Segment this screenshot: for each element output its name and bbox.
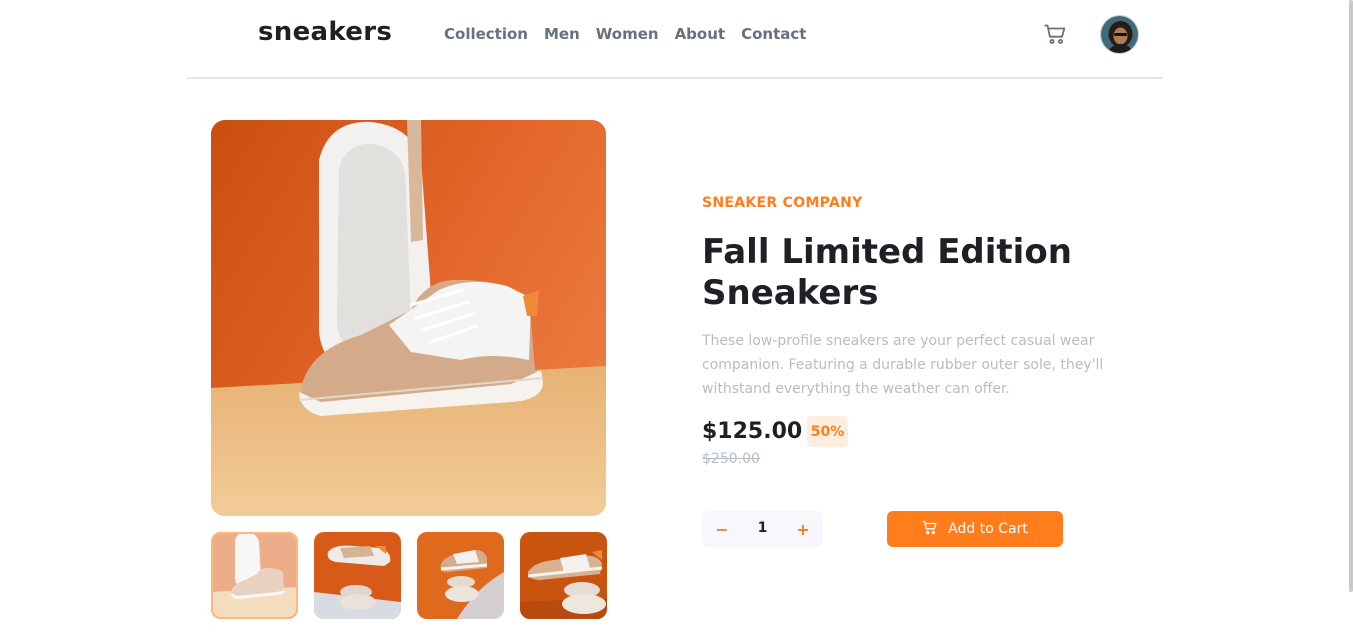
thumbnail-4[interactable] [520,532,607,619]
product-title: Fall Limited Edition Sneakers [702,232,1122,314]
product-title-line2: Sneakers [702,273,879,313]
nav-collection[interactable]: Collection [444,25,528,43]
original-price: $250.00 [702,451,760,467]
thumbnail-3[interactable] [417,532,504,619]
thumbnail-2[interactable] [314,532,401,619]
product-title-line1: Fall Limited Edition [702,232,1072,272]
thumbnail-1[interactable] [211,532,298,619]
nav-women[interactable]: Women [596,25,659,43]
add-to-cart-button[interactable]: Add to Cart [887,511,1063,547]
nav-about[interactable]: About [675,25,726,43]
thumbnail-strip [211,532,607,619]
company-name: SNEAKER COMPANY [702,195,863,211]
discount-badge: 50% [807,416,848,447]
nav-contact[interactable]: Contact [741,25,806,43]
user-avatar[interactable] [1100,15,1139,54]
add-to-cart-label: Add to Cart [948,521,1028,537]
product-description: These low-profile sneakers are your perf… [702,333,1104,397]
current-price: $125.00 [702,419,803,444]
cart-icon [922,520,938,539]
quantity-stepper: − 1 + [702,511,823,547]
quantity-increase-button[interactable]: + [790,516,816,542]
cart-icon[interactable] [1043,22,1067,46]
main-nav: Collection Men Women About Contact [444,25,806,43]
site-logo[interactable]: sneakers [258,17,392,47]
page-scrollbar[interactable] [1349,0,1353,592]
nav-men[interactable]: Men [544,25,580,43]
product-main-image[interactable] [211,120,606,516]
site-header: sneakers Collection Men Women About Cont… [187,0,1163,79]
